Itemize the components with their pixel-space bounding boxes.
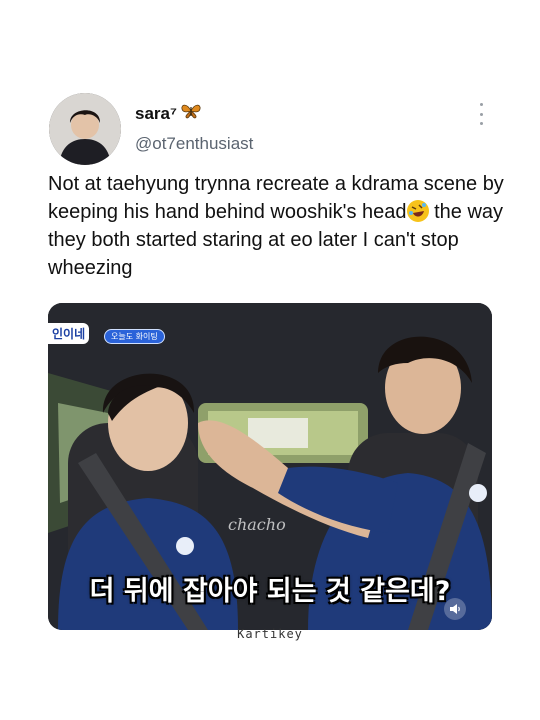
name-row: sara⁷: [135, 103, 201, 124]
more-options-icon[interactable]: [475, 103, 487, 125]
video-subtitle: 더 뒤에 잡아야 되는 것 같은데?: [89, 576, 451, 607]
rolling-on-floor-laughing-emoji: [406, 200, 429, 222]
handle[interactable]: @ot7enthusiast: [135, 134, 253, 154]
volume-icon[interactable]: [444, 598, 466, 620]
display-name[interactable]: sara⁷: [135, 104, 177, 124]
show-tag-pill: 오늘도 화이팅: [104, 329, 165, 344]
tweet-text: Not at taehyung trynna recreate a kdrama…: [48, 170, 508, 282]
butterfly-icon: [181, 103, 201, 124]
show-logo: 인이네: [48, 323, 90, 344]
tweet-media-image[interactable]: 인이네 오늘도 화이팅 chacho 더 뒤에 잡아야 되는 것 같은데?: [48, 303, 492, 630]
watermark-caption: Kartikey: [237, 627, 303, 641]
avatar[interactable]: [49, 93, 121, 165]
watermark: chacho: [228, 515, 286, 534]
tweet-card: sara⁷ @ot7enthusiast Not at taehyung try…: [0, 0, 540, 720]
